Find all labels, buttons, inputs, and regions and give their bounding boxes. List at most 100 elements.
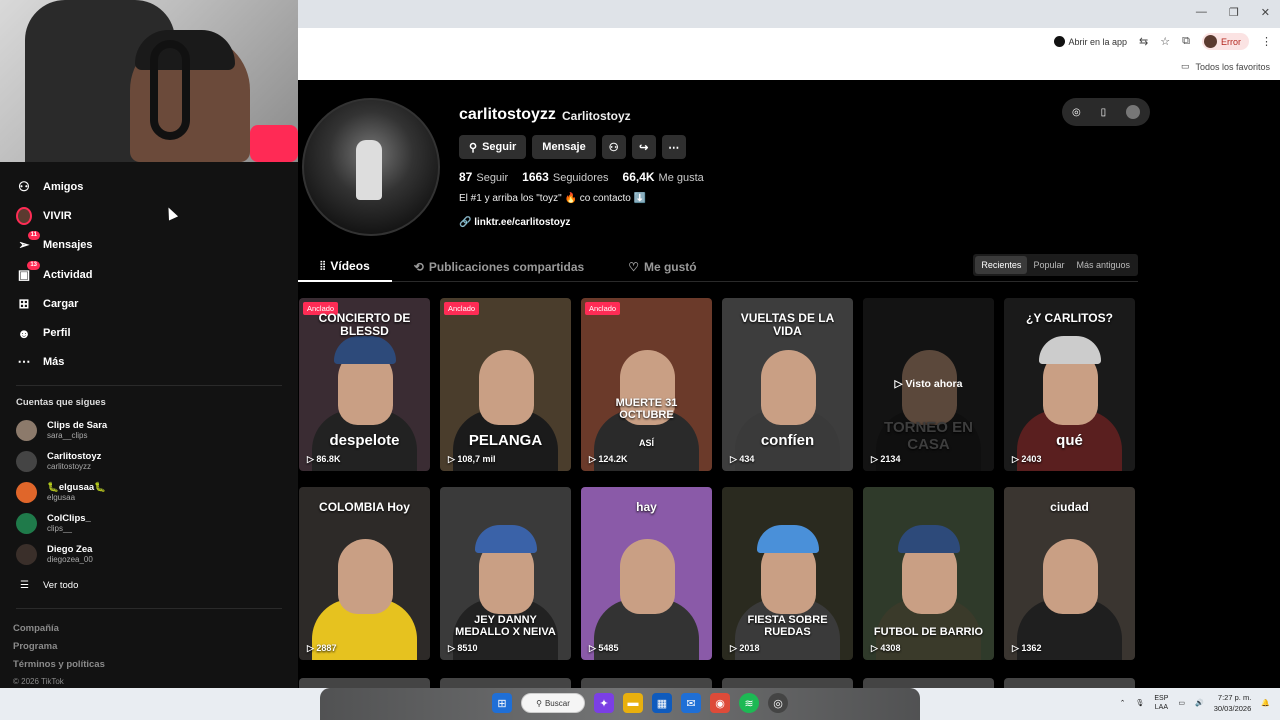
video-card[interactable]: FIESTA SOBRE RUEDAS ▷ 2018 [722, 487, 853, 660]
video-card[interactable]: FUTBOL DE BARRIO ▷ 4308 [863, 487, 994, 660]
store-icon[interactable]: ▦ [652, 693, 672, 713]
following-account[interactable]: Clips de Sara sara__clips [0, 415, 298, 446]
obs-icon[interactable]: ◎ [768, 693, 788, 713]
view-count: ▷ 2887 [307, 643, 337, 653]
clock[interactable]: 7:27 p. m. 30/03/2026 [1214, 692, 1252, 714]
menu-kebab-icon[interactable]: ⋮ [1261, 35, 1272, 48]
tab-liked[interactable]: ♡ Me gustó [606, 252, 718, 282]
file-explorer-icon[interactable]: ▬ [623, 693, 643, 713]
sort-oldest[interactable]: Más antiguos [1070, 256, 1136, 274]
sort-recent[interactable]: Recientes [975, 256, 1028, 274]
system-tray: ⌃ 🎙 ESP LAA ▭ 🔊 7:27 p. m. 30/03/2026 🔔 [1120, 692, 1270, 714]
video-caption-top: VUELTAS DE LA VIDA [740, 311, 835, 339]
following-stat[interactable]: 87 Seguir [459, 170, 508, 184]
following-account[interactable]: Diego Zea diegozea_00 [0, 539, 298, 570]
chrome-icon[interactable]: ◉ [710, 693, 730, 713]
microphone-icon[interactable]: 🎙 [1135, 699, 1144, 707]
heart-icon: ♡ [628, 260, 639, 274]
footer-link-terms[interactable]: Términos y políticas [13, 659, 285, 677]
compass-icon[interactable]: ◎ [1072, 107, 1081, 118]
pinned-badge: Anclado [444, 302, 480, 315]
profile-error-button[interactable]: Error [1202, 33, 1249, 50]
video-card[interactable]: TORNEO EN CASA▷ Visto ahora▷ 2134 [863, 298, 994, 471]
screen: — ❐ ✕ Abrir en la app ⇆ ☆ ⧉ Error ⋮ ▭ To… [0, 0, 1280, 720]
see-all-button[interactable]: ☰ Ver todo [0, 570, 298, 600]
sidebar-item-activity[interactable]: ▣ 13 Actividad [0, 260, 298, 289]
video-card[interactable]: COLOMBIA Hoy ▷ 2887 [299, 487, 430, 660]
tab-videos[interactable]: ⦙⦙ Vídeos [298, 252, 392, 282]
sidebar-item-profile[interactable]: ☻ Perfil [0, 318, 298, 347]
phone-icon[interactable]: ▯ [1101, 107, 1107, 118]
profile-username: carlitostoyzz [459, 106, 556, 123]
sort-popular[interactable]: Popular [1027, 256, 1070, 274]
video-caption-bottom: PELANGA [468, 431, 543, 449]
extensions-icon[interactable]: ⧉ [1182, 35, 1190, 48]
share-button[interactable]: ↪ [631, 135, 656, 159]
video-thumbnail-face [1043, 538, 1099, 614]
chevron-up-icon[interactable]: ⌃ [1120, 699, 1126, 707]
taskbar-search[interactable]: ⚲ Buscar [521, 693, 585, 713]
tab-reposts[interactable]: ⟲ Publicaciones compartidas [392, 252, 606, 282]
following-account[interactable]: 🐛elgusaa🐛 elgusaa [0, 477, 298, 508]
avatar [16, 544, 37, 566]
profile-nickname: Carlitostoyz [562, 109, 631, 123]
video-card[interactable]: ¿Y CARLITOS? qué ▷ 2403 [1004, 298, 1135, 471]
sidebar-item-live[interactable]: VIVIR [0, 201, 298, 230]
close-icon[interactable]: ✕ [1261, 6, 1270, 19]
video-thumbnail-cap [898, 525, 961, 554]
maximize-icon[interactable]: ❐ [1229, 6, 1239, 19]
all-bookmarks-button[interactable]: ▭ Todos los favoritos [1181, 61, 1270, 72]
profile-stats: 87 Seguir 1663 Seguidores 66,4K Me gusta [459, 170, 704, 184]
avatar[interactable] [1126, 105, 1141, 119]
sidebar-nav: ⚇ Amigos VIVIR ➢ 11 Mensajes ▣ 13 Activida… [0, 162, 298, 377]
video-thumbnail-face [620, 538, 676, 614]
video-card[interactable]: Anclado CONCIERTO DE BLESSD despelote ▷ 86.… [299, 298, 430, 471]
sidebar-item-upload[interactable]: ⊞ Cargar [0, 289, 298, 318]
copilot-icon[interactable]: ✦ [594, 693, 614, 713]
more-options-button[interactable]: ⋯ [661, 135, 686, 159]
followers-stat[interactable]: 1663 Seguidores [522, 170, 608, 184]
network-icon[interactable]: ▭ [1178, 699, 1185, 707]
footer-link-program[interactable]: Programa [13, 641, 285, 659]
video-card[interactable]: VUELTAS DE LA VIDA confíen ▷ 434 [722, 298, 853, 471]
video-caption-top: ciudad [1050, 500, 1089, 514]
video-card[interactable]: Anclado MUERTE 31 OCTUBRE ASÍ ▷ 124.2K [581, 298, 712, 471]
translate-icon[interactable]: ⇆ [1139, 35, 1148, 48]
pinned-badge: Anclado [585, 302, 621, 315]
profile-link[interactable]: 🔗 linktr.ee/carlitostoyz [459, 217, 570, 228]
tiktok-icon [1053, 36, 1065, 47]
minimize-icon[interactable]: — [1196, 6, 1207, 19]
following-account[interactable]: ColClips_ clips__ [0, 508, 298, 539]
notifications-icon[interactable]: 🔔 [1261, 699, 1270, 707]
activity-icon: ▣ 13 [16, 260, 40, 283]
video-card[interactable]: JEY DANNY MEDALLO X NEIVA ▷ 8510 [440, 487, 571, 660]
video-card-partial [440, 678, 571, 688]
video-grid: Anclado CONCIERTO DE BLESSD despelote ▷ 86.… [299, 298, 1139, 660]
follow-button[interactable]: ⚲ Seguir [459, 135, 527, 159]
video-thumbnail-cap [475, 525, 538, 554]
footer-link-company[interactable]: Compañía [13, 623, 285, 641]
video-card[interactable]: Anclado PELANGA ▷ 108,7 mil [440, 298, 571, 471]
language-indicator[interactable]: ESP LAA [1154, 694, 1168, 712]
volume-icon[interactable]: 🔊 [1195, 699, 1204, 707]
open-in-app-button[interactable]: Abrir en la app [1053, 36, 1127, 47]
following-account[interactable]: Carlitostoyz carlitostoyzz [0, 446, 298, 477]
mail-icon[interactable]: ✉ [681, 693, 701, 713]
star-icon[interactable]: ☆ [1160, 35, 1170, 48]
page-controls: ◎ ▯ [1062, 98, 1150, 126]
video-card[interactable]: ciudad ▷ 1362 [1004, 487, 1135, 660]
message-button[interactable]: Mensaje [532, 135, 596, 159]
folder-icon: ▭ [1180, 61, 1190, 71]
live-avatar-icon [16, 206, 32, 225]
more-icon: ⋯ [668, 141, 680, 154]
messages-icon: ➢ 11 [16, 231, 40, 253]
spotify-icon[interactable]: ≋ [739, 693, 759, 713]
add-friend-button[interactable]: ⚇ [601, 135, 626, 159]
sidebar-item-more[interactable]: ⋯ Más [0, 348, 298, 377]
video-card[interactable]: hay ▷ 5485 [581, 487, 712, 660]
avatar [16, 420, 37, 442]
avatar-figure [356, 140, 382, 200]
windows-start-icon[interactable]: ⊞ [492, 693, 512, 713]
sidebar-item-messages[interactable]: ➢ 11 Mensajes [0, 231, 298, 260]
sidebar-item-friends[interactable]: ⚇ Amigos [0, 172, 298, 201]
